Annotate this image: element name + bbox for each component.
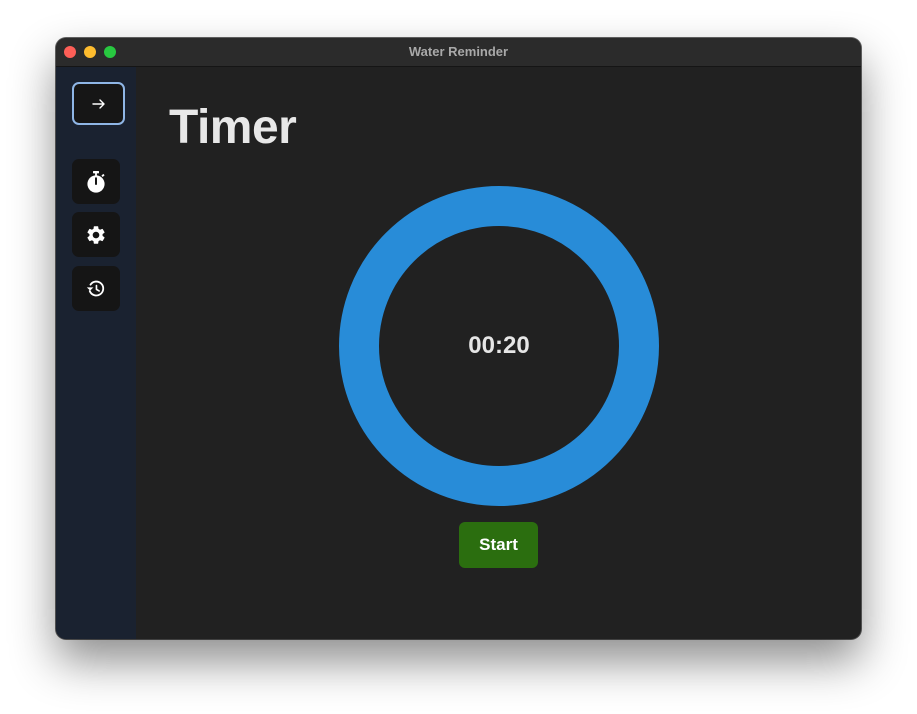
sidebar: [56, 67, 136, 639]
window-title: Water Reminder: [408, 44, 509, 59]
page-title: Timer: [169, 101, 297, 154]
sidebar-toggle-button[interactable]: [72, 82, 125, 125]
gear-icon: [85, 224, 107, 246]
stopwatch-icon: [85, 170, 107, 194]
app-window: Water Reminder Timer 00:20 Start: [56, 38, 861, 639]
start-button[interactable]: Start: [459, 522, 538, 568]
arrow-right-icon: [91, 98, 106, 110]
timer-display: 00:20: [468, 332, 530, 359]
sidebar-item-timer[interactable]: [72, 159, 120, 204]
title-bar: Water Reminder: [56, 38, 861, 67]
sidebar-item-history[interactable]: [72, 266, 120, 311]
sidebar-item-settings[interactable]: [72, 212, 120, 257]
history-icon: [85, 278, 107, 300]
